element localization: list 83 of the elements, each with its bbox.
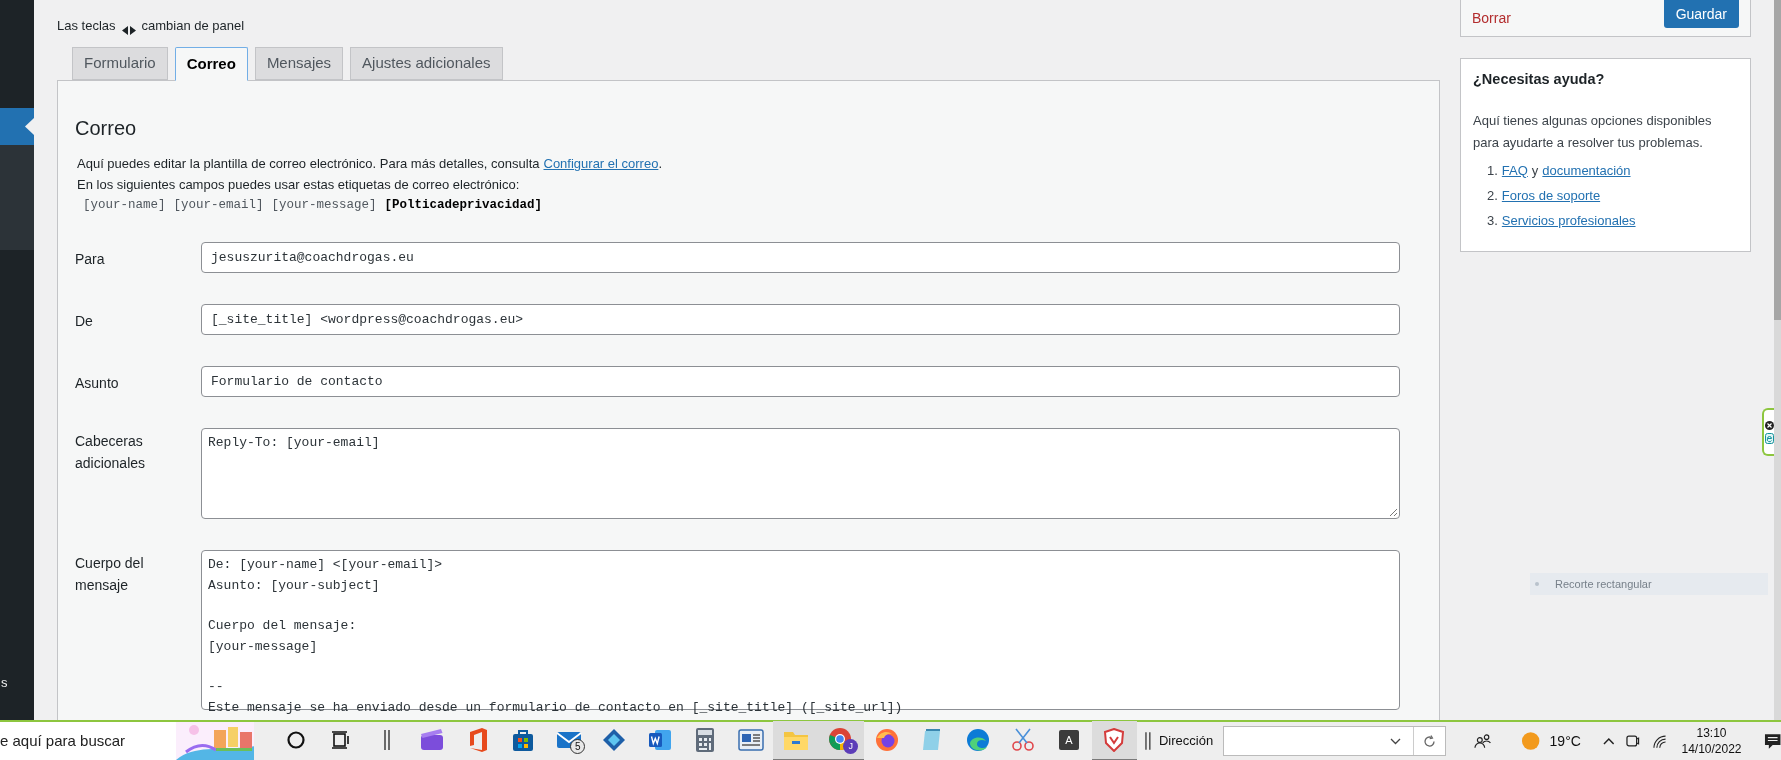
window-icon xyxy=(737,729,764,751)
count-badge: 5 xyxy=(570,739,586,754)
panel-tab[interactable]: Formulario xyxy=(72,47,168,80)
circle-icon xyxy=(285,730,306,750)
weather-temperature[interactable]: 19°C xyxy=(1549,730,1581,752)
camera-icon[interactable] xyxy=(1626,733,1640,749)
envelope-icon xyxy=(555,730,582,750)
address-field[interactable] xyxy=(1223,726,1446,756)
help-link[interactable]: Foros de soporte xyxy=(1501,182,1601,208)
shield-icon xyxy=(1102,728,1127,752)
search-field[interactable]: e aquí para buscar xyxy=(0,722,177,760)
text-field[interactable]: jesuszurita@coachdrogas.eu xyxy=(201,242,1400,273)
sidebar-active-item[interactable] xyxy=(0,108,34,145)
list-number: 3. xyxy=(1487,211,1498,230)
resize-handle-icon xyxy=(1389,508,1398,517)
text-field[interactable]: Formulario de contacto xyxy=(201,366,1400,397)
text-line: De: [your-name] <[your-email]> xyxy=(208,556,444,574)
field-label: Para xyxy=(75,249,106,269)
mail-tag: [your-email] xyxy=(173,195,264,216)
text-field[interactable]: [_site_title] <wordpress@coachdrogas.eu> xyxy=(201,304,1400,335)
hint-text: cambian de panel xyxy=(141,16,245,35)
field-label: Cuerpo del mensaje xyxy=(75,554,145,595)
menu-text-fragment: s xyxy=(1,673,9,692)
clapperboard-icon xyxy=(419,728,446,752)
joiner-text: y xyxy=(1531,161,1539,180)
tooltip-bullet-icon xyxy=(1535,581,1539,586)
field-label: De xyxy=(75,311,94,331)
mail-tag: [your-message] xyxy=(271,195,377,216)
people-icon[interactable] xyxy=(1473,733,1492,749)
save-button[interactable]: Guardar xyxy=(1663,0,1739,28)
fox-globe-icon xyxy=(874,728,899,752)
app-letter-icon: A xyxy=(1058,730,1079,750)
help-heading: ¿Necesitas ayuda? xyxy=(1473,70,1606,89)
delete-link[interactable]: Borrar xyxy=(1472,7,1511,29)
text-line: Cuerpo del mensaje: xyxy=(208,617,358,635)
text-line: Reply-To: [your-email] xyxy=(208,434,381,452)
text-line: Asunto: [your-subject] xyxy=(208,576,381,595)
help-link[interactable]: documentación xyxy=(1542,157,1631,183)
help-link[interactable]: FAQ xyxy=(1501,157,1528,183)
edge-icon xyxy=(965,728,990,752)
description-text: En los siguientes campos puedes usar estas etiquetas de correo electrónico: xyxy=(77,176,521,194)
calculator-icon xyxy=(695,727,715,753)
chevron-down-icon xyxy=(1389,737,1401,745)
hint-text: Las teclas xyxy=(57,16,116,35)
panel-tab[interactable]: Mensajes xyxy=(254,47,344,80)
list-number: 1. xyxy=(1487,161,1498,180)
help-link[interactable]: Servicios profesionales xyxy=(1501,207,1636,233)
profile-avatar: J xyxy=(843,739,859,754)
mail-tag: [Polticadeprivacidad] xyxy=(384,195,543,216)
shopping-bag-icon xyxy=(511,728,536,752)
clock[interactable]: 13:10 14/10/2022 xyxy=(1681,725,1742,757)
wifi-icon[interactable] xyxy=(1652,733,1668,749)
mail-tag: [your-name] xyxy=(83,195,166,216)
document-icon xyxy=(647,728,672,752)
panel-tab[interactable]: Ajustes adicionales xyxy=(350,47,503,80)
address-label: Dirección xyxy=(1158,732,1214,751)
list-number: 2. xyxy=(1487,186,1498,205)
taskbar-button[interactable]: 5 xyxy=(545,721,592,760)
folder-icon xyxy=(783,729,809,751)
taskbar-button[interactable]: A xyxy=(1046,721,1092,760)
caret-up-icon[interactable] xyxy=(1602,737,1615,745)
field-label: Cabeceras adicionales xyxy=(75,432,147,473)
diamond-icon xyxy=(602,728,627,752)
textarea-field[interactable]: Reply-To: [your-email] xyxy=(201,428,1400,519)
left-right-arrows-icon xyxy=(121,26,136,35)
notification-icon[interactable] xyxy=(1763,732,1781,750)
punctuation-text: . xyxy=(658,155,662,173)
panel-heading: Correo xyxy=(75,116,138,141)
field-label: Asunto xyxy=(75,373,120,393)
help-text: Aquí tienes algunas opciones disponibles para ayudarte a resolver tus problemas. xyxy=(1473,111,1713,152)
grip-icon xyxy=(382,729,391,751)
panel-tab[interactable]: Correo xyxy=(174,47,248,81)
scissors-icon xyxy=(1010,727,1037,753)
description-text: Aquí puedes editar la plantilla de correo electrónico. Para más detalles, consulta xyxy=(77,155,540,173)
grip-icon xyxy=(1145,731,1151,751)
taskbar-button[interactable]: J xyxy=(818,721,865,760)
tooltip-label: Recorte rectangular xyxy=(1555,576,1652,592)
notch-icon xyxy=(25,118,34,135)
task-view-icon xyxy=(331,731,352,749)
refresh-icon xyxy=(1422,734,1436,748)
text-line: [your-message] xyxy=(208,637,319,656)
e-logo-icon xyxy=(1764,432,1774,444)
text-line: -- xyxy=(208,678,225,696)
